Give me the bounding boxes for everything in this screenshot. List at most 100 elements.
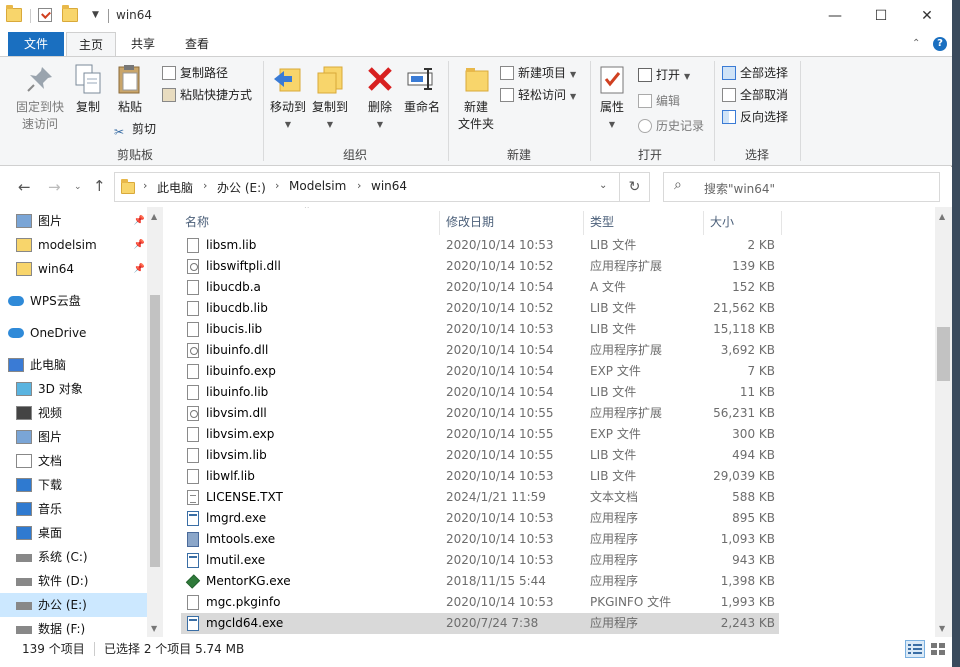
separator[interactable] [439, 211, 440, 235]
scroll-up-arrow-icon[interactable]: ▲ [151, 212, 157, 221]
nav-item[interactable]: 此电脑 [0, 353, 147, 377]
table-row[interactable]: lmgrd.exe 2020/10/14 10:53 应用程序 895 KB [181, 508, 779, 529]
nav-item[interactable]: 数据 (F:) [0, 617, 147, 637]
nav-item[interactable]: 系统 (C:) [0, 545, 147, 569]
recent-locations-icon[interactable]: ⌄ [74, 182, 82, 192]
nav-item[interactable]: modelsim 📌 [0, 233, 147, 257]
move-to-button[interactable]: 移动到 ▼ [268, 63, 308, 133]
easy-access-button[interactable]: 轻松访问 ▼ [500, 85, 576, 105]
refresh-button[interactable]: ↻ [620, 172, 650, 202]
copy-to-button[interactable]: 复制到 ▼ [310, 63, 350, 133]
table-row[interactable]: libswiftpli.dll 2020/10/14 10:52 应用程序扩展 139… [181, 256, 779, 277]
edit-button[interactable]: 编辑 [638, 91, 680, 111]
file-list-scrollbar[interactable] [935, 207, 952, 637]
file-list-scrollbar-thumb[interactable] [937, 327, 950, 381]
table-row[interactable]: libuinfo.dll 2020/10/14 10:54 应用程序扩展 3,692 … [181, 340, 779, 361]
table-row[interactable]: libwlf.lib 2020/10/14 10:53 LIB 文件 29,039 K… [181, 466, 779, 487]
separator[interactable] [781, 211, 782, 235]
large-icons-view-button[interactable] [928, 640, 948, 658]
rename-button[interactable]: 重命名 [402, 63, 442, 116]
details-view-button[interactable] [905, 640, 925, 658]
nav-item[interactable]: OneDrive [0, 321, 147, 345]
address-dropdown-icon[interactable]: ⌄ [599, 180, 607, 191]
nav-item[interactable]: win64 📌 [0, 257, 147, 281]
table-row[interactable]: mgcld64.exe 2020/7/24 7:38 应用程序 2,243 KB [181, 613, 779, 634]
forward-button[interactable]: → [48, 178, 61, 196]
table-row[interactable]: lmutil.exe 2020/10/14 10:53 应用程序 943 KB [181, 550, 779, 571]
table-row[interactable]: libuinfo.lib 2020/10/14 10:54 LIB 文件 11 KB [181, 382, 779, 403]
search-input[interactable]: ⌕ 搜索"win64" [663, 172, 940, 202]
nav-item[interactable]: 视频 [0, 401, 147, 425]
table-row[interactable]: LICENSE.TXT 2024/1/21 11:59 文本文档 588 KB [181, 487, 779, 508]
nav-item[interactable]: 图片 📌 [0, 209, 147, 233]
tab-file[interactable]: 文件 [8, 32, 64, 56]
nav-item[interactable]: 3D 对象 [0, 377, 147, 401]
breadcrumb-modelsim[interactable]: Modelsim [289, 179, 346, 193]
new-folder-quick-icon[interactable] [62, 5, 78, 22]
nav-item[interactable]: 文档 [0, 449, 147, 473]
scroll-down-arrow-icon[interactable]: ▼ [151, 624, 157, 633]
back-button[interactable]: ← [18, 178, 31, 196]
nav-scrollbar-thumb[interactable] [150, 295, 160, 567]
table-row[interactable]: libucis.lib 2020/10/14 10:53 LIB 文件 15,118 … [181, 319, 779, 340]
chevron-right-icon[interactable]: › [203, 179, 207, 192]
breadcrumb-this-pc[interactable]: 此电脑 [157, 179, 193, 196]
new-folder-button[interactable]: 新建 文件夹 [454, 63, 498, 133]
select-none-button[interactable]: 全部取消 [722, 85, 788, 105]
minimize-button[interactable]: — [812, 0, 858, 32]
tab-view[interactable]: 查看 [172, 32, 222, 56]
breadcrumb-drive-e[interactable]: 办公 (E:) [217, 179, 266, 196]
nav-item[interactable]: 图片 [0, 425, 147, 449]
select-all-button[interactable]: 全部选择 [722, 63, 788, 83]
breadcrumb-win64[interactable]: win64 [371, 179, 407, 193]
table-row[interactable]: libsm.lib 2020/10/14 10:53 LIB 文件 2 KB [181, 235, 779, 256]
customize-toolbar-icon[interactable]: ▼ [92, 10, 99, 20]
delete-button[interactable]: 删除 ▼ [362, 63, 398, 133]
address-bar[interactable]: › 此电脑 › 办公 (E:) › Modelsim › win64 ⌄ [114, 172, 620, 202]
separator[interactable] [703, 211, 704, 235]
help-icon[interactable]: ? [933, 37, 947, 51]
tab-home[interactable]: 主页 [66, 32, 116, 56]
table-row[interactable]: libuinfo.exp 2020/10/14 10:54 EXP 文件 7 KB [181, 361, 779, 382]
nav-item[interactable]: 办公 (E:) [0, 593, 147, 617]
history-button[interactable]: 历史记录 [638, 116, 704, 136]
nav-item[interactable]: WPS云盘 [0, 289, 147, 313]
column-name[interactable]: 名称 [185, 207, 435, 237]
chevron-right-icon[interactable]: › [275, 179, 279, 192]
table-row[interactable]: libvsim.exp 2020/10/14 10:55 EXP 文件 300 KB [181, 424, 779, 445]
scroll-up-arrow-icon[interactable]: ▲ [939, 212, 945, 221]
nav-item[interactable]: 桌面 [0, 521, 147, 545]
invert-selection-button[interactable]: 反向选择 [722, 107, 788, 127]
properties-button[interactable]: 属性 ▼ [594, 63, 630, 133]
paste-shortcut-button[interactable]: 粘贴快捷方式 [162, 85, 252, 105]
chevron-right-icon[interactable]: › [143, 179, 147, 192]
column-date[interactable]: 修改日期 [446, 207, 586, 237]
ribbon-collapse-icon[interactable]: ⌃ [912, 38, 920, 49]
column-size[interactable]: 大小 [710, 207, 780, 237]
nav-item[interactable]: 音乐 [0, 497, 147, 521]
new-item-button[interactable]: 新建项目 ▼ [500, 63, 576, 83]
table-row[interactable]: MentorKG.exe 2018/11/15 5:44 应用程序 1,398 KB [181, 571, 779, 592]
properties-quick-icon[interactable] [38, 8, 52, 22]
table-row[interactable]: mgc.pkginfo 2020/10/14 10:53 PKGINFO 文件 1,9… [181, 592, 779, 613]
table-row[interactable]: lmtools.exe 2020/10/14 10:53 应用程序 1,093 KB [181, 529, 779, 550]
scroll-down-arrow-icon[interactable]: ▼ [939, 624, 945, 633]
nav-item[interactable]: 下载 [0, 473, 147, 497]
table-row[interactable]: libvsim.lib 2020/10/14 10:55 LIB 文件 494 KB [181, 445, 779, 466]
maximize-button[interactable]: ☐ [858, 0, 904, 32]
cut-button[interactable]: ✂ 剪切 [114, 119, 156, 139]
open-button[interactable]: 打开 ▼ [638, 65, 690, 85]
table-row[interactable]: libucdb.a 2020/10/14 10:54 A 文件 152 KB [181, 277, 779, 298]
copy-path-button[interactable]: 复制路径 [162, 63, 228, 83]
chevron-right-icon[interactable]: › [357, 179, 361, 192]
table-row[interactable]: libucdb.lib 2020/10/14 10:52 LIB 文件 21,562 … [181, 298, 779, 319]
column-type[interactable]: 类型 [590, 207, 700, 237]
nav-item[interactable]: 软件 (D:) [0, 569, 147, 593]
pin-quick-access-button[interactable]: 固定到快 速访问 [12, 63, 68, 133]
copy-button[interactable]: 复制 [70, 63, 106, 116]
paste-button[interactable]: 粘贴 [112, 63, 148, 116]
tab-share[interactable]: 共享 [118, 32, 168, 56]
separator[interactable] [583, 211, 584, 235]
table-row[interactable]: libvsim.dll 2020/10/14 10:55 应用程序扩展 56,231 … [181, 403, 779, 424]
up-button[interactable]: ↑ [93, 177, 106, 195]
